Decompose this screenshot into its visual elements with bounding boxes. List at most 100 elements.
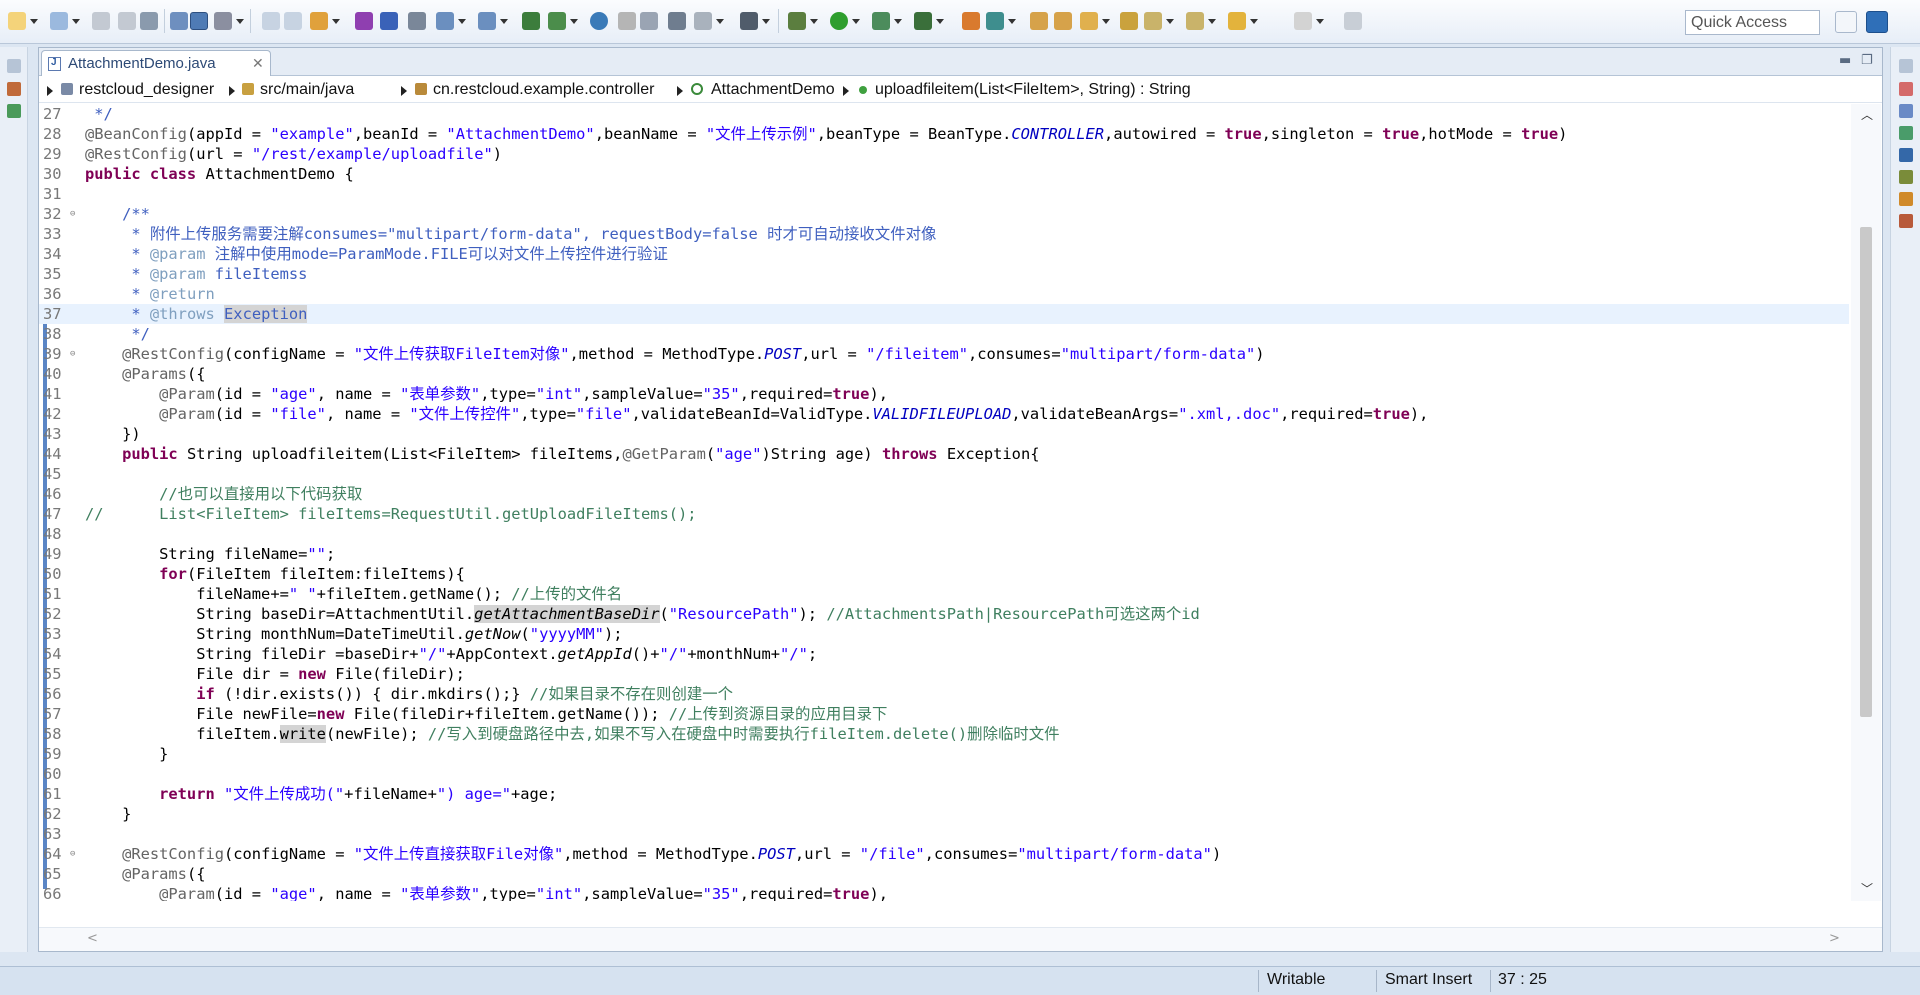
java-ee-perspective-icon[interactable]: [1866, 11, 1888, 33]
code-line[interactable]: 40 @Params({: [39, 364, 1849, 384]
code-line[interactable]: 53 String monthNum=DateTimeUtil.getNow("…: [39, 624, 1849, 644]
save-all-icon[interactable]: [118, 12, 136, 30]
sync-icon[interactable]: [986, 12, 1016, 30]
folder-open-icon[interactable]: [1030, 12, 1048, 30]
refresh-icon[interactable]: [640, 12, 658, 30]
task-list-icon[interactable]: [1899, 104, 1913, 118]
class-icon[interactable]: [380, 12, 398, 30]
code-line[interactable]: 59 }: [39, 744, 1849, 764]
restore-icon[interactable]: [1899, 59, 1913, 73]
globe-icon[interactable]: [590, 12, 608, 30]
open-type-icon[interactable]: [668, 12, 686, 30]
server-icon[interactable]: [522, 12, 540, 30]
package-icon[interactable]: [355, 12, 373, 30]
code-line[interactable]: 65 @Params({: [39, 864, 1849, 884]
servers-icon[interactable]: [1899, 148, 1913, 162]
new-java-icon[interactable]: [310, 12, 340, 30]
code-line[interactable]: 41 @Param(id = "age", name = "表单参数",type…: [39, 384, 1849, 404]
hierarchy-icon[interactable]: [7, 104, 21, 118]
new-icon[interactable]: [8, 12, 38, 30]
annotation-next-icon[interactable]: [1144, 12, 1174, 30]
coverage-icon[interactable]: [872, 12, 902, 30]
code-line[interactable]: 55 File dir = new File(fileDir);: [39, 664, 1849, 684]
code-line[interactable]: 33 * 附件上传服务需要注解consumes="multipart/form-…: [39, 224, 1849, 244]
chevron-left-icon[interactable]: <: [87, 931, 98, 946]
print-icon[interactable]: [140, 12, 158, 30]
folder-icon[interactable]: [1054, 12, 1072, 30]
code-line[interactable]: 38 */: [39, 324, 1849, 344]
fold-toggle-icon[interactable]: ⊖: [70, 344, 75, 364]
tools-icon[interactable]: [214, 12, 244, 30]
edit-icon[interactable]: [618, 12, 636, 30]
code-line[interactable]: 36 * @return: [39, 284, 1849, 304]
toggle-mark-icon[interactable]: [170, 12, 188, 30]
chevron-down-icon[interactable]: ﹀: [1861, 880, 1873, 897]
data-source-icon[interactable]: [1899, 170, 1913, 184]
code-line[interactable]: 46 //也可以直接用以下代码获取: [39, 484, 1849, 504]
quick-access-input[interactable]: Quick Access: [1685, 10, 1820, 35]
undo-icon[interactable]: [262, 12, 280, 30]
code-line[interactable]: 56 if (!dir.exists()) { dir.mkdirs();} /…: [39, 684, 1849, 704]
restore-icon[interactable]: [7, 59, 21, 73]
search-icon[interactable]: [436, 12, 466, 30]
breadcrumb-method[interactable]: uploadfileitem(List<FileItem>, String) :…: [875, 81, 1191, 99]
terminal-icon[interactable]: [408, 12, 426, 30]
code-line[interactable]: 54 String fileDir =baseDir+"/"+AppContex…: [39, 644, 1849, 664]
link-editor-icon[interactable]: [190, 12, 208, 30]
scrollbar-thumb[interactable]: [1860, 227, 1872, 717]
fold-toggle-icon[interactable]: ⊖: [70, 204, 75, 224]
breadcrumb-class[interactable]: AttachmentDemo: [711, 81, 835, 99]
open-icon[interactable]: [50, 12, 80, 30]
code-line[interactable]: 63: [39, 824, 1849, 844]
code-line[interactable]: 35 * @param fileItemss: [39, 264, 1849, 284]
code-line[interactable]: 58 fileItem.write(newFile); //写入到硬盘路径中去,…: [39, 724, 1849, 744]
code-line[interactable]: 31: [39, 184, 1849, 204]
code-line[interactable]: 32 ⊖ /**: [39, 204, 1849, 224]
close-icon[interactable]: ✕: [252, 55, 264, 72]
task-icon[interactable]: [1120, 12, 1138, 30]
code-line[interactable]: 34 * @param 注解中使用mode=ParamMode.FILE可以对文…: [39, 244, 1849, 264]
maximize-icon[interactable]: ❐: [1861, 53, 1873, 68]
breadcrumb-project[interactable]: restcloud_designer: [79, 81, 214, 99]
code-line[interactable]: 43 }): [39, 424, 1849, 444]
code-line[interactable]: 30 public class AttachmentDemo {: [39, 164, 1849, 184]
code-line[interactable]: 61 return "文件上传成功("+fileName+") age="+ag…: [39, 784, 1849, 804]
redo-icon[interactable]: [284, 12, 302, 30]
breadcrumb-source-folder[interactable]: src/main/java: [260, 81, 354, 99]
code-line[interactable]: 48: [39, 524, 1849, 544]
code-line[interactable]: 39 ⊖ @RestConfig(configName = "文件上传获取File…: [39, 344, 1849, 364]
pen-icon[interactable]: [1080, 12, 1110, 30]
code-line[interactable]: 49 String fileName="";: [39, 544, 1849, 564]
code-line[interactable]: 60: [39, 764, 1849, 784]
code-line[interactable]: 52 String baseDir=AttachmentUtil.getAtta…: [39, 604, 1849, 624]
save-icon[interactable]: [92, 12, 110, 30]
code-line[interactable]: 29 @RestConfig(url = "/rest/example/uploa…: [39, 144, 1849, 164]
code-line[interactable]: 44 public String uploadfileitem(List<Fil…: [39, 444, 1849, 464]
find-icon[interactable]: [478, 12, 508, 30]
horizontal-scrollbar[interactable]: < >: [39, 927, 1882, 951]
team-icon[interactable]: [694, 12, 724, 30]
back-icon[interactable]: [1228, 12, 1258, 30]
deploy-icon[interactable]: [548, 12, 578, 30]
run-icon[interactable]: [830, 12, 860, 30]
code-line[interactable]: 28 @BeanConfig(appId = "example",beanId =…: [39, 124, 1849, 144]
code-line[interactable]: 27 */: [39, 104, 1849, 124]
code-area[interactable]: 27 */28 @BeanConfig(appId = "example",bea…: [39, 104, 1849, 901]
breadcrumb-package[interactable]: cn.restcloud.example.controller: [433, 81, 654, 99]
camera-icon[interactable]: [740, 12, 770, 30]
outline-icon[interactable]: [1899, 82, 1913, 96]
code-line[interactable]: 37 * @throws Exception: [39, 304, 1849, 324]
minimize-icon[interactable]: ▬: [1839, 53, 1851, 68]
open-perspective-icon[interactable]: [1835, 11, 1857, 33]
fold-toggle-icon[interactable]: ⊖: [70, 844, 75, 864]
code-line[interactable]: 50 for(FileItem fileItem:fileItems){: [39, 564, 1849, 584]
code-line[interactable]: 47 // List<FileItem> fileItems=RequestUti…: [39, 504, 1849, 524]
code-line[interactable]: 45: [39, 464, 1849, 484]
chevron-up-icon[interactable]: ︿: [1861, 106, 1873, 123]
progress-icon[interactable]: [1899, 214, 1913, 228]
package-explorer-icon[interactable]: [7, 82, 21, 96]
console-icon[interactable]: [1899, 126, 1913, 140]
debug-icon[interactable]: [788, 12, 818, 30]
code-line[interactable]: 57 File newFile=new File(fileDir+fileIte…: [39, 704, 1849, 724]
code-line[interactable]: 64 ⊖ @RestConfig(configName = "文件上传直接获取Fi…: [39, 844, 1849, 864]
